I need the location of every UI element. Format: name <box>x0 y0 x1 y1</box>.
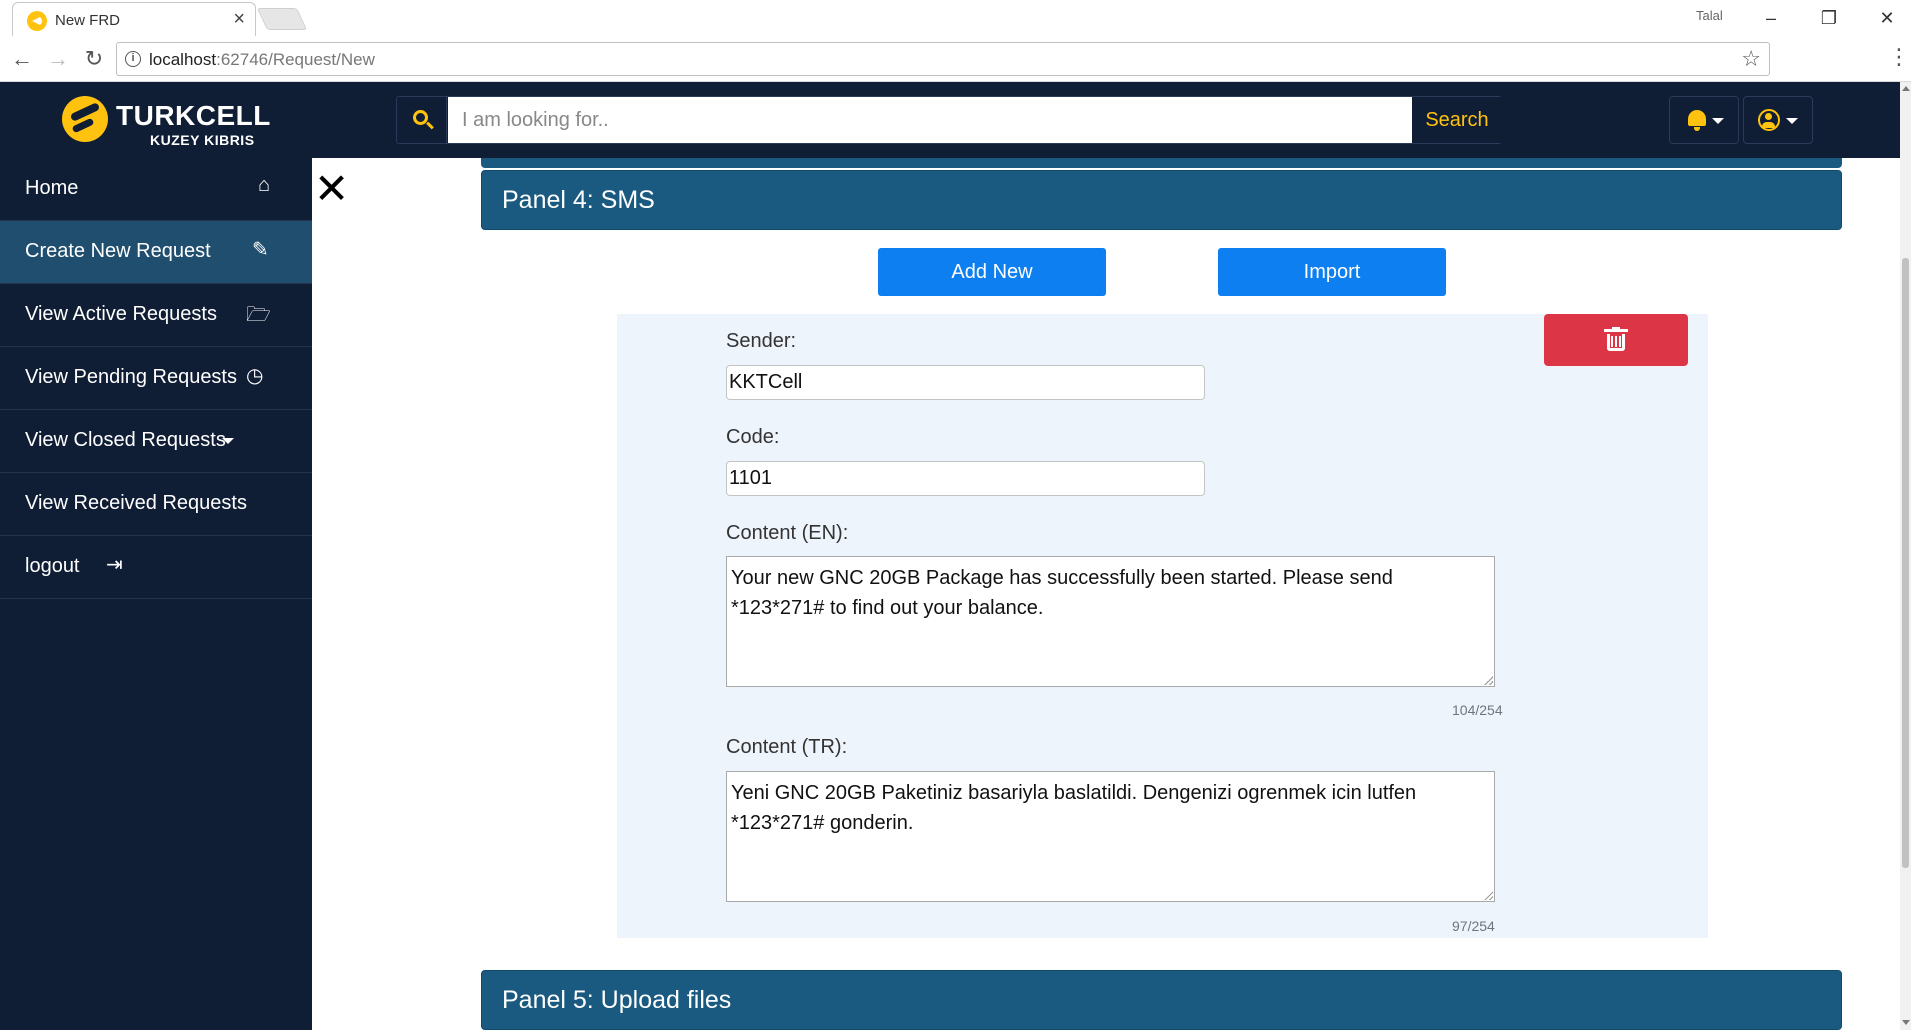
logo-subtitle: KUZEY KIBRIS <box>150 132 255 148</box>
address-bar: ← → ↻ i localhost:62746/Request/New ☆ ⋮ <box>0 36 1911 82</box>
sidebar-item-label: View Received Requests <box>25 492 247 514</box>
sidebar-item-create-new-request[interactable]: Create New Request ✎ <box>0 221 312 284</box>
sidebar-item-view-received-requests[interactable]: View Received Requests <box>0 473 312 536</box>
minimize-icon[interactable]: – <box>1748 4 1794 32</box>
logo-title: TURKCELL <box>116 100 271 131</box>
scrollbar-thumb[interactable] <box>1902 258 1909 868</box>
sender-label: Sender: <box>726 330 797 352</box>
search-button[interactable]: Search <box>1412 97 1502 143</box>
page-scrollbar[interactable] <box>1900 82 1911 1030</box>
sidebar-item-logout[interactable]: logout ⇥ <box>0 536 312 599</box>
edit-icon: ✎ <box>252 239 269 261</box>
sign-out-icon: ⇥ <box>106 554 123 576</box>
caret-down-icon <box>222 438 234 444</box>
browser-tab[interactable]: New FRD × <box>12 2 256 36</box>
url-text: localhost:62746/Request/New <box>149 50 375 70</box>
notifications-dropdown[interactable] <box>1669 96 1739 144</box>
clock-icon: ◷ <box>246 365 264 387</box>
content-tr-textarea[interactable]: Yeni GNC 20GB Paketiniz basariyla baslat… <box>726 771 1495 902</box>
restore-icon[interactable]: ❐ <box>1806 4 1852 32</box>
browser-menu-icon[interactable]: ⋮ <box>1888 44 1910 70</box>
back-arrow-icon[interactable]: ← <box>8 46 36 72</box>
sidebar-item-label: View Closed Requests <box>25 429 226 451</box>
user-circle-icon <box>1758 109 1780 131</box>
resize-grip-icon[interactable] <box>1484 891 1493 900</box>
code-field[interactable] <box>726 461 1205 496</box>
content-en-textarea[interactable]: Your new GNC 20GB Package has successful… <box>726 556 1495 687</box>
sender-field[interactable] <box>726 365 1205 400</box>
trash-icon <box>1604 327 1628 351</box>
search-icon <box>397 97 447 143</box>
panel-4-header[interactable]: Panel 4: SMS <box>481 170 1842 230</box>
user-menu-dropdown[interactable] <box>1743 96 1813 144</box>
sidebar-item-label: logout <box>25 555 80 577</box>
url-field[interactable]: i localhost:62746/Request/New ☆ <box>116 42 1770 76</box>
main-content: ✕ Panel 4: SMS Add New Import Sender: Co… <box>312 158 1900 1030</box>
turkcell-favicon-icon <box>27 11 47 31</box>
forward-arrow-icon[interactable]: → <box>44 46 72 72</box>
turkcell-logo-icon <box>62 96 108 142</box>
content-tr-counter: 97/254 <box>1452 918 1495 934</box>
bookmark-star-icon[interactable]: ☆ <box>1741 46 1761 72</box>
search-bar: Search <box>396 96 1502 144</box>
search-input[interactable] <box>448 97 1412 143</box>
bell-icon <box>1688 110 1706 131</box>
window-user-label: Talal <box>1696 8 1723 23</box>
window-close-icon[interactable]: ✕ <box>1864 4 1910 32</box>
chevron-down-icon <box>1786 118 1798 124</box>
app-header: TURKCELL KUZEY KIBRIS Search <box>0 82 1900 158</box>
content-en-label: Content (EN): <box>726 522 849 544</box>
content-tr-label: Content (TR): <box>726 736 848 758</box>
sidebar: Home ⌂ Create New Request ✎ View Active … <box>0 158 312 1030</box>
panel-5-title: Panel 5: Upload files <box>502 986 732 1014</box>
tab-title: New FRD <box>55 12 121 29</box>
site-info-icon[interactable]: i <box>125 51 141 67</box>
reload-icon[interactable]: ↻ <box>80 46 108 72</box>
content-en-counter: 104/254 <box>1452 702 1503 718</box>
sidebar-item-home[interactable]: Home ⌂ <box>0 158 312 221</box>
folder-open-icon: 🗁 <box>246 304 271 326</box>
tab-close-icon[interactable]: × <box>233 8 245 31</box>
turkcell-logo[interactable]: TURKCELL KUZEY KIBRIS <box>62 96 270 148</box>
sidebar-item-view-closed-requests[interactable]: View Closed Requests <box>0 410 312 473</box>
delete-button[interactable] <box>1544 314 1688 366</box>
sidebar-item-view-active-requests[interactable]: View Active Requests 🗁 <box>0 284 312 347</box>
panel-5-header[interactable]: Panel 5: Upload files <box>481 970 1842 1030</box>
close-icon[interactable]: ✕ <box>314 168 349 210</box>
add-new-button[interactable]: Add New <box>878 248 1106 296</box>
scroll-up-icon[interactable] <box>1902 86 1910 91</box>
url-host: localhost <box>149 50 217 69</box>
resize-grip-icon[interactable] <box>1484 676 1493 685</box>
new-tab-button[interactable] <box>256 8 308 30</box>
panel-4-title: Panel 4: SMS <box>502 186 655 214</box>
import-button[interactable]: Import <box>1218 248 1446 296</box>
code-label: Code: <box>726 426 780 448</box>
panel-3-header[interactable] <box>481 158 1842 168</box>
sidebar-item-label: View Pending Requests <box>25 366 237 388</box>
scroll-down-icon[interactable] <box>1902 1020 1910 1025</box>
sidebar-item-view-pending-requests[interactable]: View Pending Requests ◷ <box>0 347 312 410</box>
url-path: :62746/Request/New <box>216 50 375 69</box>
browser-tab-bar: New FRD × Talal – ❐ ✕ <box>0 0 1911 36</box>
sidebar-item-label: Home <box>25 177 79 199</box>
sidebar-item-label: Create New Request <box>25 240 211 262</box>
chevron-down-icon <box>1712 118 1724 124</box>
home-icon: ⌂ <box>258 174 271 196</box>
sidebar-item-label: View Active Requests <box>25 303 217 325</box>
